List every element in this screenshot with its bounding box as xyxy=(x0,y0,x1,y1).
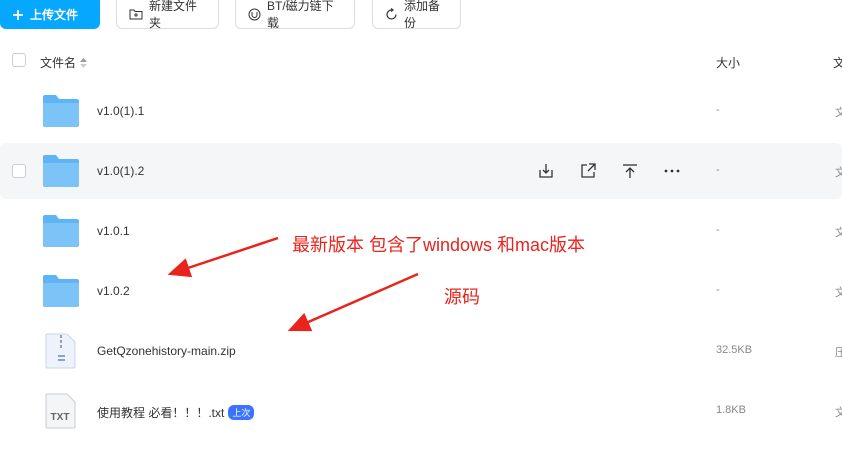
file-list-header: 文件名 大小 文 xyxy=(0,44,842,78)
file-type: 文 xyxy=(835,227,842,239)
file-name[interactable]: v1.0.2 xyxy=(97,284,130,298)
folder-icon xyxy=(43,215,79,247)
file-size: - xyxy=(716,284,720,296)
upload-button[interactable]: 上传文件 xyxy=(0,0,100,29)
new-folder-label: 新建文件夹 xyxy=(149,0,198,30)
file-row[interactable]: TXT 使用教程 必看！！！.txt 上次 1.8KB 文 xyxy=(0,383,842,439)
bt-download-label: BT/磁力链下载 xyxy=(267,0,334,30)
name-column-header[interactable]: 文件名 xyxy=(40,54,88,71)
file-size: - xyxy=(716,104,720,116)
more-icon[interactable] xyxy=(662,161,682,181)
file-type: 压 xyxy=(835,347,842,359)
add-backup-button[interactable]: 添加备份 xyxy=(372,0,461,30)
bt-download-button[interactable]: BT/磁力链下载 xyxy=(235,0,355,30)
file-size: 1.8KB xyxy=(716,404,746,416)
file-type: 文 xyxy=(835,167,842,179)
file-row[interactable]: GetQzonehistory-main.zip 32.5KB 压 xyxy=(0,323,842,379)
name-column-label: 文件名 xyxy=(40,56,77,70)
size-column-header[interactable]: 大小 xyxy=(716,54,740,71)
folder-icon xyxy=(43,155,79,187)
file-name[interactable]: v1.0.1 xyxy=(97,224,130,238)
annotation-latest-version: 最新版本 包含了windows 和mac版本 xyxy=(292,235,586,255)
file-name[interactable]: v1.0(1).1 xyxy=(97,104,144,118)
file-size: 32.5KB xyxy=(716,344,753,356)
backup-icon xyxy=(386,7,397,20)
share-icon[interactable] xyxy=(578,161,598,181)
file-size: - xyxy=(716,164,720,176)
file-name-cell[interactable]: 使用教程 必看！！！.txt 上次 xyxy=(97,404,255,421)
txt-icon-label: TXT xyxy=(51,412,70,423)
pin-top-icon[interactable] xyxy=(620,161,640,181)
file-type: 文 xyxy=(835,287,842,299)
new-folder-icon xyxy=(129,9,143,20)
file-type: 文 xyxy=(835,407,842,419)
file-name[interactable]: 使用教程 必看！！！.txt xyxy=(97,404,224,421)
row-checkbox[interactable] xyxy=(12,164,26,178)
download-icon[interactable] xyxy=(536,161,556,181)
plus-icon xyxy=(13,9,23,20)
folder-icon xyxy=(43,95,79,127)
select-all-checkbox[interactable] xyxy=(12,53,26,67)
new-folder-button[interactable]: 新建文件夹 xyxy=(116,0,219,30)
toolbar: 上传文件 新建文件夹 BT/磁力链下载 添加备份 xyxy=(0,0,842,30)
add-backup-label: 添加备份 xyxy=(404,0,441,30)
sort-icon[interactable] xyxy=(80,57,88,68)
txt-file-icon: TXT xyxy=(45,393,76,429)
file-row[interactable]: v1.0(1).1 - 文 xyxy=(0,83,842,139)
file-row[interactable]: v1.0(1).2 - 文 xyxy=(0,143,842,199)
file-row[interactable]: v1.0.2 - 文 xyxy=(0,263,842,319)
file-size: - xyxy=(716,224,720,236)
type-column-header[interactable]: 文 xyxy=(833,54,842,71)
zip-file-icon xyxy=(45,333,76,369)
file-type: 文 xyxy=(835,107,842,119)
recent-badge: 上次 xyxy=(228,405,255,420)
magnet-icon xyxy=(248,8,261,20)
annotation-source-code: 源码 xyxy=(444,287,480,307)
file-name[interactable]: GetQzonehistory-main.zip xyxy=(97,344,236,358)
row-actions xyxy=(536,161,682,181)
folder-icon xyxy=(43,275,79,307)
upload-label: 上传文件 xyxy=(30,8,79,22)
file-name[interactable]: v1.0(1).2 xyxy=(97,164,144,178)
